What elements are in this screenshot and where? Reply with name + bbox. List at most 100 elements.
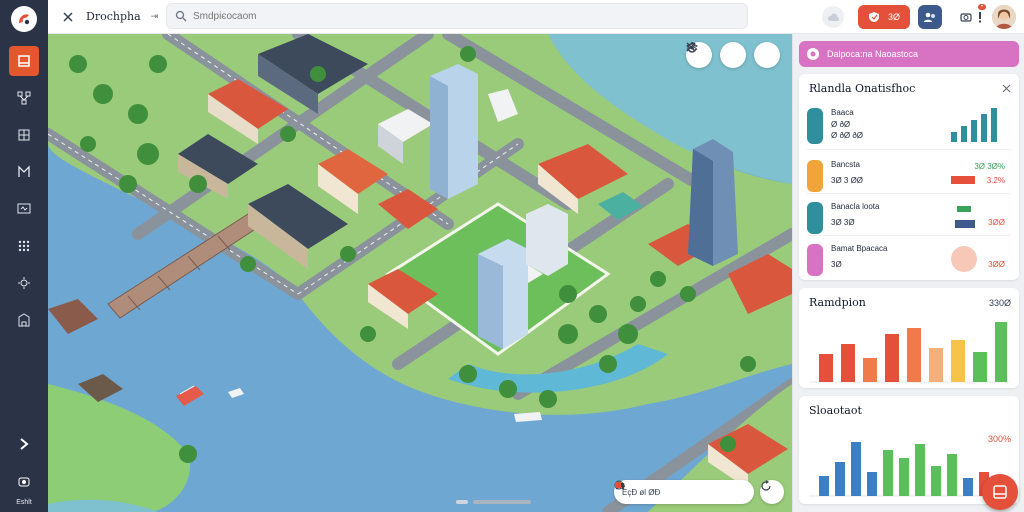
bar xyxy=(973,352,987,382)
alert-count: 3Ø xyxy=(887,12,900,22)
bar-chart-card-primary: Ramdpion 330Ø xyxy=(799,288,1019,388)
sidebar-item-apps[interactable] xyxy=(9,231,39,261)
expand-sidebar-button[interactable] xyxy=(9,429,39,459)
cloud-button[interactable] xyxy=(821,6,844,28)
stat-bar xyxy=(951,176,975,184)
bar xyxy=(931,466,941,496)
close-map-overlay-button[interactable] xyxy=(686,42,780,68)
stat-value: 3Ø xyxy=(831,260,842,269)
settings-button[interactable] xyxy=(9,467,39,497)
status-banner[interactable]: Dalpoca:na Naoastoca xyxy=(799,41,1019,67)
stat-row[interactable]: Baaca Ø ðØ Ø ðØ ðØ xyxy=(807,102,1011,150)
sidebar-item-sensors[interactable] xyxy=(9,268,39,298)
stat-value: Ø ðØ xyxy=(831,120,851,129)
bar xyxy=(883,450,893,496)
refresh-map-button[interactable] xyxy=(760,480,784,504)
stat-row[interactable]: Bancsta 3Ø 3 ØØ 3Ø 3Ø% 3.2% xyxy=(807,154,1011,194)
bar-chart-card-primary-value: 330Ø xyxy=(988,298,1011,308)
map-controls xyxy=(686,42,780,68)
sidebar-bottom-label: Eshlt xyxy=(16,499,32,506)
stat-row[interactable]: Banacla loota 3Ø 3Ø 3ØØ xyxy=(807,196,1011,236)
panel-icon xyxy=(993,485,1007,499)
bar xyxy=(863,358,877,382)
sidebar-item-buildings[interactable] xyxy=(9,305,39,335)
map-canvas xyxy=(48,34,792,512)
stat-value-secondary: Ø ðØ ðØ xyxy=(831,131,864,140)
bar xyxy=(851,442,861,496)
search-bar[interactable] xyxy=(166,3,748,29)
chevron-right-icon xyxy=(20,438,29,450)
logo-icon xyxy=(19,14,30,25)
sidebar-item-monitor[interactable] xyxy=(9,194,39,224)
app-logo[interactable] xyxy=(11,6,37,32)
cloud-icon xyxy=(827,13,839,21)
bar xyxy=(995,322,1007,382)
bar-chart-secondary xyxy=(809,442,1009,497)
top-bar: Drochpha ⇥ 3Ø • xyxy=(48,0,1024,34)
bar xyxy=(929,348,943,382)
user-avatar[interactable] xyxy=(992,5,1016,29)
layers-icon xyxy=(18,55,30,67)
sidebar-item-routes[interactable] xyxy=(9,157,39,187)
stat-trend: 3Ø 3Ø% xyxy=(974,162,1005,171)
marker-icon xyxy=(615,482,621,488)
close-button[interactable] xyxy=(58,7,78,27)
stat-change: 3ØØ xyxy=(988,260,1005,269)
right-panel: Dalpoca:na Naoastoca Rlandla Onatisfhoc … xyxy=(792,34,1024,512)
settings-icon xyxy=(18,477,30,487)
people-icon xyxy=(807,244,823,276)
camera-icon xyxy=(960,13,972,22)
layers-map-button[interactable] xyxy=(686,42,746,68)
routes-icon xyxy=(18,165,30,177)
sidebar-item-network[interactable] xyxy=(9,83,39,113)
building-icon xyxy=(18,313,30,327)
bar xyxy=(819,354,833,382)
bar xyxy=(885,334,899,382)
banner-text: Dalpoca:na Naoastoca xyxy=(827,49,919,59)
bar xyxy=(907,328,921,382)
shield-icon xyxy=(868,12,879,22)
sidebar-item-layers[interactable] xyxy=(9,46,39,76)
pie-icon xyxy=(951,246,977,272)
window-title: Drochpha xyxy=(86,10,141,23)
stat-bar xyxy=(957,206,971,212)
switch-view-icon[interactable]: ⇥ xyxy=(151,11,159,22)
map-bottom-toolbar[interactable]: EçÐ øl ØÐ xyxy=(614,480,754,504)
bar xyxy=(915,444,925,496)
alert-button[interactable]: 3Ø xyxy=(857,5,910,29)
close-icon xyxy=(1002,84,1011,93)
users-button[interactable] xyxy=(918,5,942,29)
sidebar-item-grid[interactable] xyxy=(9,120,39,150)
leaf-icon xyxy=(807,160,823,192)
city-map[interactable]: EçÐ øl ØÐ xyxy=(48,34,792,512)
grid-icon xyxy=(18,129,30,141)
app-window: Eshlt Drochpha ⇥ 3Ø • xyxy=(0,0,1024,512)
stat-value: 3Ø 3Ø xyxy=(831,218,855,227)
toolbar-readout: EçÐ øl ØÐ xyxy=(622,487,661,497)
bar xyxy=(841,344,855,382)
gauge-icon xyxy=(807,202,823,234)
apps-icon xyxy=(18,240,30,252)
map-pager[interactable] xyxy=(456,500,532,504)
bar-chart-primary xyxy=(809,322,1009,383)
water-icon xyxy=(807,108,823,144)
stat-row[interactable]: Bamat Bpacaca 3Ø 3ØØ xyxy=(807,238,1011,278)
notifications-button[interactable]: • xyxy=(960,4,986,23)
stat-label: Bamat Bpacaca xyxy=(831,244,888,253)
bar-chart-card-secondary-title: Sloaotaot xyxy=(809,404,862,417)
bar xyxy=(819,476,829,496)
stat-change: 3.2% xyxy=(986,176,1005,185)
close-icon xyxy=(63,11,73,22)
stat-bar xyxy=(955,220,975,228)
stat-change: 3ØØ xyxy=(988,218,1005,227)
monitor-icon xyxy=(17,203,31,214)
stat-label: Baaca xyxy=(831,108,854,117)
bar xyxy=(951,340,965,382)
bar-chart-card-primary-title: Ramdpion xyxy=(809,296,866,309)
stat-label: Bancsta xyxy=(831,160,860,169)
close-card-button[interactable] xyxy=(1002,80,1011,98)
search-input[interactable] xyxy=(193,10,713,22)
users-icon xyxy=(924,12,935,22)
search-icon xyxy=(175,10,187,22)
floating-action-button[interactable] xyxy=(982,474,1018,510)
